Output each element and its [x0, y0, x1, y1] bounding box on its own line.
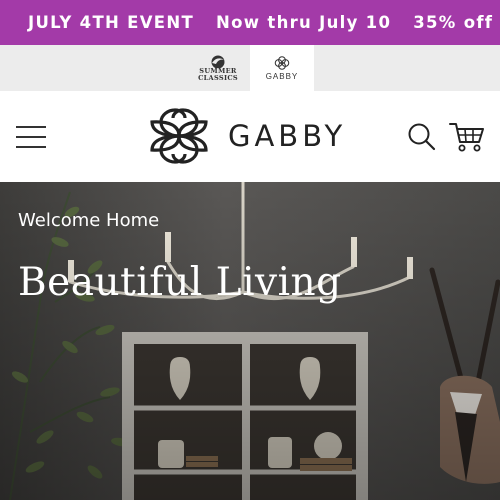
promo-banner[interactable]: JULY 4TH EVENT Now thru July 10 35% off …	[0, 0, 500, 45]
hero-title: Beautiful Living	[18, 260, 342, 305]
promo-offer: 35% off Si	[413, 13, 500, 32]
hero-kicker: Welcome Home	[18, 210, 160, 231]
gabby-logo-icon	[150, 108, 208, 164]
promo-event: JULY 4TH EVENT	[28, 13, 195, 32]
menu-icon-line	[16, 146, 46, 148]
brand-switcher: SUMMER CLASSICS GABBY	[0, 45, 500, 91]
gabby-mini-logo-icon	[274, 55, 290, 70]
hero-banner[interactable]: Welcome Home Beautiful Living	[0, 182, 500, 500]
brand-summer-label: SUMMER CLASSICS	[198, 67, 238, 83]
search-icon	[408, 123, 436, 151]
search-button[interactable]	[407, 122, 437, 152]
logo-text: GABBY	[228, 119, 347, 153]
menu-button[interactable]	[16, 126, 46, 148]
cart-icon	[449, 123, 484, 152]
cart-button[interactable]	[448, 121, 486, 153]
site-header: GABBY	[0, 91, 500, 182]
summer-classics-logo-icon	[211, 55, 225, 68]
promo-dates: Now thru July 10	[216, 13, 392, 32]
brand-summer-line2: CLASSICS	[198, 74, 238, 82]
brand-gabby-label: GABBY	[265, 71, 299, 81]
menu-icon-line	[16, 136, 46, 138]
brand-tab-gabby[interactable]: GABBY	[250, 45, 314, 91]
menu-icon-line	[16, 126, 46, 128]
promo-marquee: JULY 4TH EVENT Now thru July 10 35% off …	[28, 0, 500, 45]
brand-tab-summer-classics[interactable]: SUMMER CLASSICS	[186, 45, 250, 91]
site-logo[interactable]: GABBY	[148, 107, 358, 165]
